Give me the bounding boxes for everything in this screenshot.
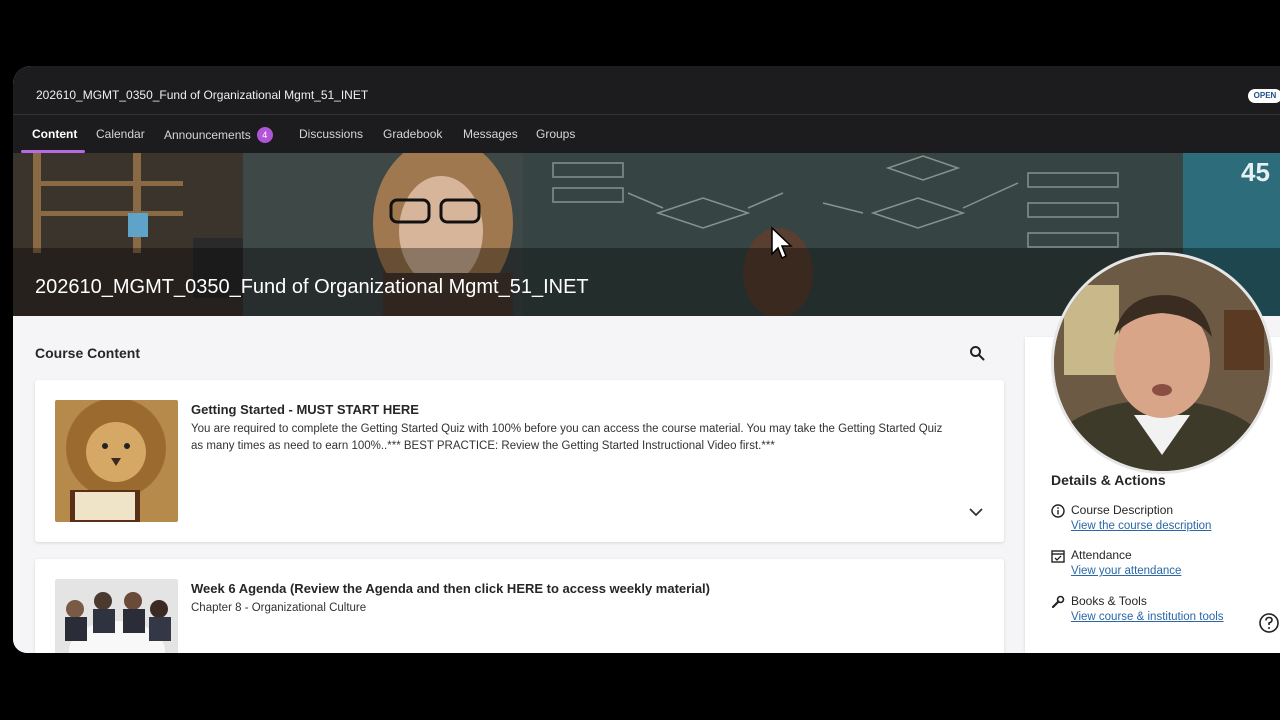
info-icon <box>1051 504 1065 518</box>
content-item-description: Chapter 8 - Organizational Culture <box>191 602 367 614</box>
tab-content[interactable]: Content <box>32 127 77 141</box>
tab-groups[interactable]: Groups <box>536 127 575 141</box>
chevron-down-icon[interactable] <box>968 506 984 518</box>
wrench-icon <box>1051 595 1065 609</box>
tab-announcements-label: Announcements <box>164 128 251 142</box>
books-tools-label: Books & Tools <box>1071 594 1147 608</box>
lion-reading-book-image <box>55 400 178 522</box>
tab-announcements[interactable]: Announcements 4 <box>164 127 273 143</box>
attendance-label: Attendance <box>1071 548 1132 562</box>
content-item-card[interactable]: Getting Started - MUST START HERE You ar… <box>35 380 1004 542</box>
calendar-check-icon <box>1051 550 1065 563</box>
course-content-heading: Course Content <box>35 345 140 361</box>
search-icon[interactable] <box>969 345 985 361</box>
course-code: 202610_MGMT_0350_Fund of Organizational … <box>36 88 369 102</box>
tab-messages[interactable]: Messages <box>463 127 518 141</box>
content-item-card[interactable]: Week 6 Agenda (Review the Agenda and the… <box>35 559 1004 653</box>
content-item-description: You are required to complete the Getting… <box>191 423 943 452</box>
books-tools-link[interactable]: View course & institution tools <box>1071 611 1224 623</box>
course-description-link[interactable]: View the course description <box>1071 520 1211 532</box>
course-description-label: Course Description <box>1071 503 1174 517</box>
attendance-link[interactable]: View your attendance <box>1071 565 1181 577</box>
presenter-webcam <box>1051 252 1273 474</box>
announcements-count-badge: 4 <box>256 127 273 143</box>
banner-course-title: 202610_MGMT_0350_Fund of Organizational … <box>35 276 589 298</box>
status-badge: OPEN <box>1248 89 1280 103</box>
tab-calendar[interactable]: Calendar <box>96 127 145 141</box>
help-icon[interactable] <box>1258 612 1280 634</box>
course-title-bar: 202610_MGMT_0350_Fund of Organizational … <box>13 66 1280 115</box>
course-nav: Content Calendar Announcements 4 Discussi… <box>13 115 1280 153</box>
mouse-cursor-icon <box>771 226 793 260</box>
banner-number: 45 <box>1241 157 1270 187</box>
tab-discussions[interactable]: Discussions <box>299 127 363 141</box>
details-heading: Details & Actions <box>1051 472 1166 488</box>
business-meeting-image <box>55 579 178 653</box>
content-item-title[interactable]: Week 6 Agenda (Review the Agenda and the… <box>191 581 710 596</box>
content-item-title[interactable]: Getting Started - MUST START HERE <box>191 402 419 417</box>
tab-gradebook[interactable]: Gradebook <box>383 127 442 141</box>
presenter-video <box>1054 255 1270 471</box>
